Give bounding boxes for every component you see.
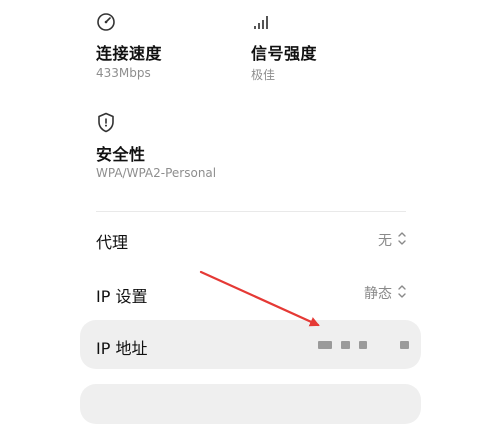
- annotation-arrow: [199, 270, 320, 327]
